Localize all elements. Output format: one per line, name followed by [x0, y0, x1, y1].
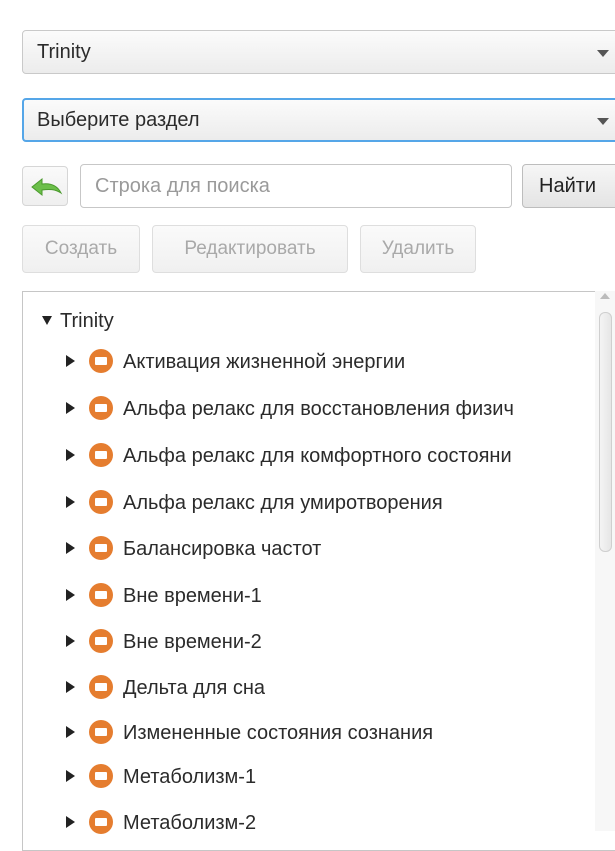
program-node-icon: [89, 720, 113, 745]
create-button[interactable]: Создать: [22, 225, 140, 273]
delete-button[interactable]: Удалить: [360, 225, 476, 273]
tree-item-label: Дельта для сна: [123, 677, 266, 699]
tree-item[interactable]: Метаболизм-2: [66, 806, 256, 840]
tree-item[interactable]: Активация жизненной энергии: [66, 345, 405, 379]
program-node-icon: [89, 396, 113, 421]
scroll-up-arrow-icon[interactable]: [600, 293, 610, 299]
tree-item[interactable]: Балансировка частот: [66, 532, 321, 566]
tree-root-node[interactable]: Trinity: [42, 305, 114, 337]
chevron-down-icon: [597, 50, 609, 57]
tree-item[interactable]: Дельта для сна: [66, 671, 265, 705]
tree-item[interactable]: Альфа релакс для комфортного состояни: [66, 439, 512, 473]
tree-item[interactable]: Метаболизм-1: [66, 760, 256, 794]
program-node-icon: [89, 536, 113, 561]
expand-right-icon[interactable]: [66, 542, 75, 555]
program-node-icon: [89, 443, 113, 468]
program-node-icon: [89, 583, 113, 608]
expand-right-icon[interactable]: [66, 449, 75, 462]
expand-right-icon[interactable]: [66, 681, 75, 694]
tree-item[interactable]: Вне времени-1: [66, 579, 262, 613]
search-input[interactable]: [80, 164, 512, 208]
expand-right-icon[interactable]: [66, 355, 75, 368]
tree-item-label: Балансировка частот: [123, 538, 322, 560]
back-arrow-icon: [31, 177, 63, 197]
expand-right-icon[interactable]: [66, 726, 75, 739]
program-node-icon: [89, 675, 113, 700]
program-node-icon: [89, 490, 113, 515]
tree-item-label: Альфа релакс для комфортного состояни: [123, 445, 512, 467]
expand-right-icon[interactable]: [66, 770, 75, 783]
tree-root-label: Trinity: [60, 310, 114, 332]
find-button[interactable]: Найти: [522, 164, 615, 208]
tree-item-label: Альфа релакс для умиротворения: [123, 492, 443, 514]
tree-item[interactable]: Альфа релакс для восстановления физич: [66, 392, 514, 426]
expand-right-icon[interactable]: [66, 402, 75, 415]
program-node-icon: [89, 629, 113, 654]
expand-down-icon[interactable]: [42, 315, 52, 325]
tree-item-label: Вне времени-1: [123, 585, 262, 607]
tree-item[interactable]: Измененные состояния сознания: [66, 716, 433, 750]
section-dropdown[interactable]: Выберите раздел: [22, 98, 615, 142]
tree-item-label: Метаболизм-1: [123, 766, 257, 788]
tree-item-label: Альфа релакс для восстановления физич: [123, 398, 514, 420]
player-dropdown-value: Trinity: [37, 41, 91, 63]
program-node-icon: [89, 349, 113, 374]
program-node-icon: [89, 764, 113, 789]
expand-right-icon[interactable]: [66, 496, 75, 509]
back-button[interactable]: [22, 166, 68, 206]
tree-item[interactable]: Вне времени-2: [66, 625, 262, 659]
tree-item-label: Вне времени-2: [123, 631, 262, 653]
tree-item[interactable]: Альфа релакс для умиротворения: [66, 486, 443, 520]
expand-right-icon[interactable]: [66, 589, 75, 602]
tree-item-label: Активация жизненной энергии: [123, 351, 406, 373]
chevron-down-icon: [597, 118, 609, 125]
tree-item-label: Измененные состояния сознания: [123, 722, 434, 744]
section-dropdown-value: Выберите раздел: [37, 109, 200, 131]
expand-right-icon[interactable]: [66, 816, 75, 829]
edit-button[interactable]: Редактировать: [152, 225, 348, 273]
scrollbar-thumb[interactable]: [599, 312, 612, 552]
expand-right-icon[interactable]: [66, 635, 75, 648]
player-dropdown[interactable]: Trinity: [22, 30, 615, 74]
